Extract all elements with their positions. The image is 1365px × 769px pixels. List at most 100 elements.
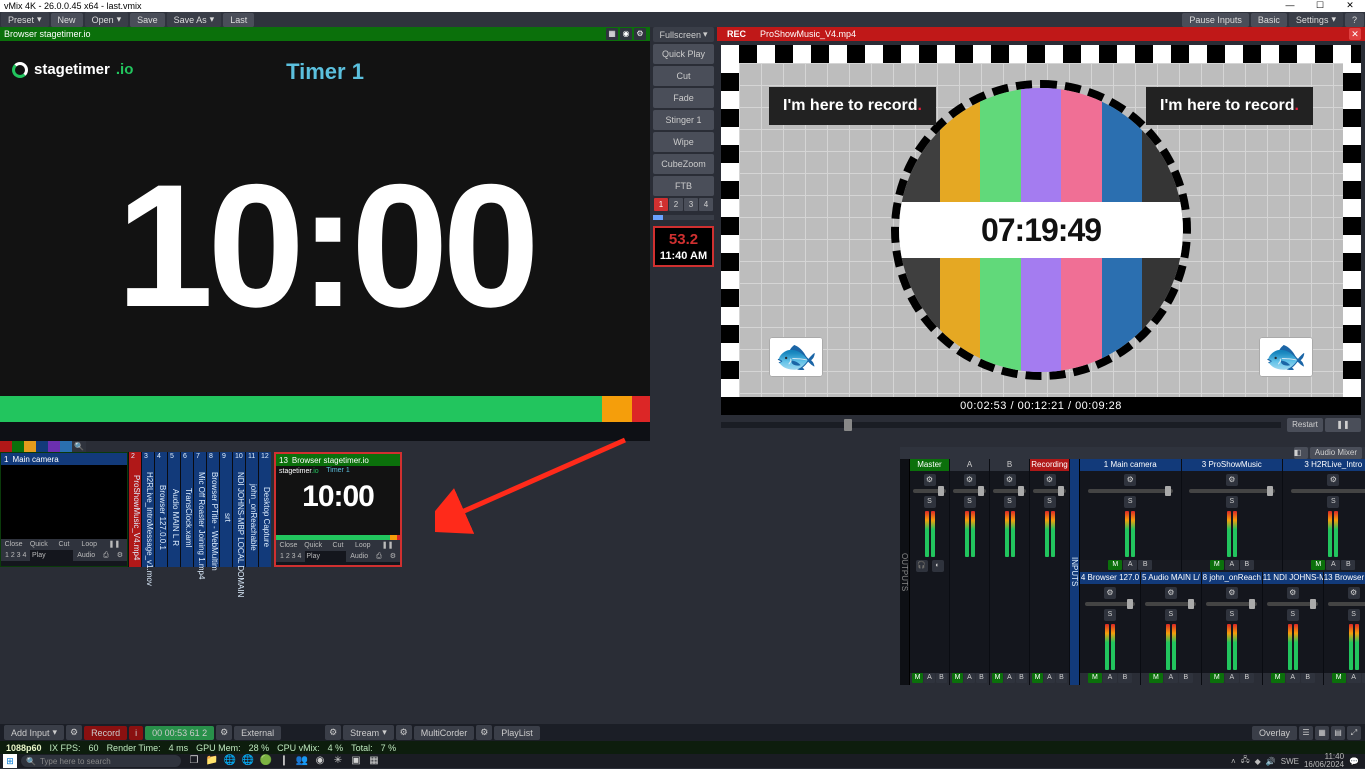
gear-icon[interactable]: ⚙ — [1165, 587, 1177, 599]
solo-button[interactable]: S — [1124, 496, 1136, 508]
teams-icon[interactable]: 👥 — [293, 755, 311, 767]
addinput-button[interactable]: Add Input▾ — [4, 725, 64, 740]
tray-clock[interactable]: 11:4016/06/2024 — [1304, 753, 1344, 769]
fullscreen-button[interactable]: Fullscreen▾ — [653, 27, 714, 42]
gear-icon[interactable]: ⚙ — [1348, 587, 1360, 599]
cat-red[interactable] — [0, 441, 12, 452]
view-list-icon[interactable]: ☰ — [1299, 726, 1313, 740]
gain-slider[interactable] — [953, 489, 986, 493]
chrome2-icon[interactable]: 🌐 — [239, 755, 257, 767]
headphone-icon[interactable]: 🎧 — [916, 560, 928, 572]
overlay-2[interactable]: 2 — [669, 198, 683, 211]
save-button[interactable]: Save — [130, 13, 165, 27]
mute-button[interactable]: M — [1149, 673, 1163, 683]
gear-icon[interactable]: ⚙ — [1004, 474, 1016, 486]
window-close[interactable]: ✕ — [1335, 0, 1365, 12]
chrome-icon[interactable]: 🌐 — [221, 755, 239, 767]
gear-icon[interactable]: ⚙ — [1327, 474, 1339, 486]
wipe-button[interactable]: Wipe — [653, 132, 714, 152]
busA-button[interactable]: A — [1326, 560, 1340, 570]
input-12[interactable]: 12Desktop Capture — [258, 452, 271, 567]
settings-button[interactable]: Settings▾ — [1289, 12, 1343, 27]
inp-gear-icon[interactable]: ⚙ — [113, 550, 127, 561]
inp-nums[interactable]: 1 2 3 4 — [1, 550, 30, 561]
gain-slider[interactable] — [1033, 489, 1066, 493]
app-green-icon[interactable]: 🟢 — [257, 755, 275, 767]
gear-icon[interactable]: ⚙ — [1044, 474, 1056, 486]
solo-button[interactable]: S — [1226, 609, 1238, 621]
busB-button[interactable]: B — [1179, 673, 1193, 683]
gain-slider[interactable] — [1206, 602, 1257, 606]
busA-button[interactable]: A — [1004, 673, 1015, 683]
solo-button[interactable]: S — [1327, 496, 1339, 508]
basic-button[interactable]: Basic — [1251, 13, 1287, 27]
busA-button[interactable]: A — [1225, 560, 1239, 570]
gain-slider[interactable] — [1088, 489, 1173, 493]
busA-button[interactable]: A — [1044, 673, 1055, 683]
mute-button[interactable]: M — [1332, 673, 1346, 683]
tray-net-icon[interactable]: 🖧 — [1241, 754, 1250, 768]
overlay-4[interactable]: 4 — [699, 198, 713, 211]
search-icon[interactable]: 🔍 — [72, 441, 86, 452]
overlay-3[interactable]: 3 — [684, 198, 698, 211]
cubezoom-button[interactable]: CubeZoom — [653, 154, 714, 174]
scrub-bar[interactable] — [721, 422, 1281, 428]
help-button[interactable]: ? — [1345, 13, 1364, 27]
tray-lang[interactable]: SWE — [1281, 757, 1299, 766]
cat-green[interactable] — [12, 441, 24, 452]
purple-app-icon[interactable]: ◉ — [311, 755, 329, 767]
gear-icon[interactable]: ⚙ — [924, 474, 936, 486]
preview-tool-grid-icon[interactable]: ▦ — [606, 28, 618, 40]
overlay-button[interactable]: Overlay — [1252, 726, 1297, 740]
busA-button[interactable]: A — [1164, 673, 1178, 683]
busA-button[interactable]: A — [924, 673, 935, 683]
tray-notif-icon[interactable]: 💬 — [1349, 757, 1359, 766]
external-gear-icon[interactable]: ⚙ — [216, 725, 232, 740]
playlist-button[interactable]: PlayList — [494, 726, 540, 740]
input-10[interactable]: 10NDI JOHNS-MBP LOCAL DOMAIN — [232, 452, 245, 567]
mute-button[interactable]: M — [1210, 673, 1224, 683]
terminal-icon[interactable]: ▣ — [347, 755, 365, 767]
rec-indicator[interactable]: REC — [717, 27, 756, 41]
record-gear-icon[interactable]: ⚙ — [66, 725, 82, 740]
busB-button[interactable]: B — [1301, 673, 1315, 683]
gain-slider[interactable] — [1291, 489, 1365, 493]
cat-orange[interactable] — [24, 441, 36, 452]
record-button[interactable]: Record — [84, 726, 127, 740]
busB-button[interactable]: B — [1118, 673, 1132, 683]
gain-slider[interactable] — [1085, 602, 1136, 606]
busB-button[interactable]: B — [936, 673, 947, 683]
mute-button[interactable]: M — [1108, 560, 1122, 570]
inp-audio[interactable]: Audio — [73, 550, 99, 561]
preview-tool-gear-icon[interactable]: ⚙ — [634, 28, 646, 40]
input-13[interactable]: 13Browser stagetimer.io stagetimer.io Ti… — [274, 452, 402, 567]
inp-qp[interactable]: Quick Play — [301, 540, 326, 551]
preset-button[interactable]: Preset▾ — [1, 12, 49, 27]
busA-button[interactable]: A — [1123, 560, 1137, 570]
pause-button[interactable]: ❚❚ — [1325, 418, 1361, 432]
multicorder-button[interactable]: MultiCorder — [414, 726, 475, 740]
explorer-icon[interactable]: 📁 — [203, 755, 221, 767]
gear-icon[interactable]: ⚙ — [1104, 587, 1116, 599]
window-minimize[interactable]: — — [1275, 0, 1305, 12]
inp-cut[interactable]: Cut — [326, 540, 351, 551]
busB-button[interactable]: B — [1341, 560, 1355, 570]
stream-button[interactable]: Stream▾ — [343, 725, 394, 740]
mon-icon[interactable]: ◐ — [932, 560, 944, 572]
mute-button[interactable]: M — [912, 673, 923, 683]
busB-button[interactable]: B — [1056, 673, 1067, 683]
busB-button[interactable]: B — [1240, 560, 1254, 570]
busB-button[interactable]: B — [976, 673, 987, 683]
input-3[interactable]: 3H2RLive_IntroMessage_v1.mov — [141, 452, 154, 567]
record-info-button[interactable]: i — [129, 726, 143, 740]
cat-purple[interactable] — [48, 441, 60, 452]
gear-icon[interactable]: ⚙ — [964, 474, 976, 486]
solo-button[interactable]: S — [964, 496, 976, 508]
input-1-thumb[interactable] — [1, 465, 127, 539]
saveas-button[interactable]: Save As▾ — [167, 12, 222, 27]
input-2[interactable]: 2ProShowMusic_V4.mp4 — [128, 452, 141, 567]
mute-button[interactable]: M — [1032, 673, 1043, 683]
gear-icon[interactable]: ⚙ — [1124, 474, 1136, 486]
yellow-app-icon[interactable]: ✳ — [329, 755, 347, 767]
preview-tool-dot-icon[interactable]: ◉ — [620, 28, 632, 40]
